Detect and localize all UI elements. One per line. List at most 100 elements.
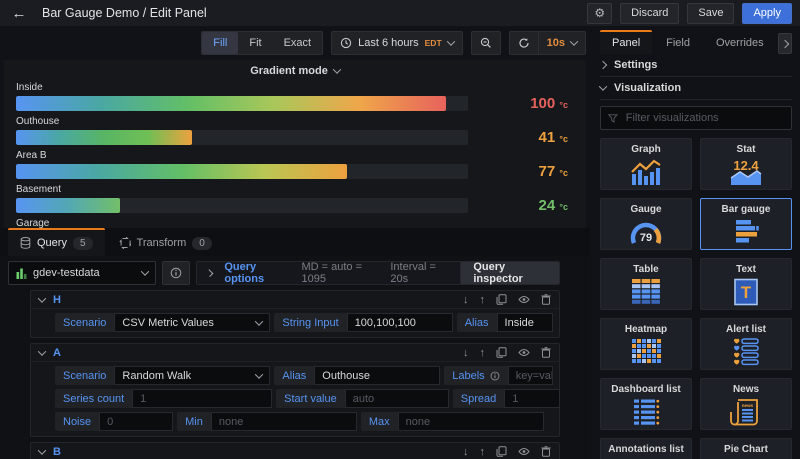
- transform-count-badge: 0: [192, 236, 212, 250]
- alias-field[interactable]: Outhouse: [314, 366, 441, 385]
- move-down-icon[interactable]: ↓: [463, 347, 469, 359]
- alias-label: Alias: [456, 313, 497, 332]
- viz-card-annotations-list[interactable]: Annotations list: [600, 438, 692, 459]
- move-down-icon[interactable]: ↓: [463, 446, 469, 458]
- gauge-label: Basement: [16, 184, 62, 195]
- max-field[interactable]: none: [397, 412, 544, 431]
- table-icon: [632, 279, 660, 304]
- tab-transform[interactable]: Transform 0: [107, 228, 224, 256]
- viz-card-graph[interactable]: Graph: [600, 138, 692, 190]
- max-label: Max: [360, 412, 398, 431]
- datasource-picker[interactable]: gdev-testdata: [8, 261, 156, 285]
- chevron-right-icon: [780, 39, 790, 48]
- spread-field[interactable]: 1: [504, 389, 561, 408]
- min-field[interactable]: none: [210, 412, 357, 431]
- datasource-help-button[interactable]: [162, 261, 190, 285]
- disable-eye-icon[interactable]: [518, 295, 530, 304]
- viz-card-table[interactable]: Table: [600, 258, 692, 310]
- svg-text:12.4: 12.4: [733, 158, 759, 173]
- refresh-interval-picker[interactable]: 10s: [539, 32, 585, 54]
- svg-text:79: 79: [640, 232, 652, 244]
- gauge-value: 77 °c: [538, 163, 568, 180]
- noise-field[interactable]: 0: [99, 412, 174, 431]
- time-range-picker[interactable]: Last 6 hours EDT: [332, 32, 462, 54]
- gauge-track: [16, 130, 468, 145]
- noise-label: Noise: [55, 412, 100, 431]
- viz-card-dashboard-list[interactable]: Dashboard list: [600, 378, 692, 430]
- viz-card-bar-gauge[interactable]: Bar gauge: [700, 198, 792, 250]
- viz-card-stat[interactable]: Stat 12.4: [700, 138, 792, 190]
- query-ref: H: [53, 293, 61, 306]
- visualization-section-header[interactable]: Visualization: [598, 77, 792, 100]
- query-count-badge: 5: [72, 236, 93, 250]
- chevron-down-icon: [569, 37, 579, 46]
- viz-card-alert-list[interactable]: Alert list: [700, 318, 792, 370]
- tab-overrides[interactable]: Overrides: [704, 30, 776, 54]
- trash-icon[interactable]: [541, 294, 551, 305]
- save-button[interactable]: Save: [687, 2, 735, 24]
- bar-gauge-row: Area B 77 °c: [16, 150, 574, 180]
- move-up-icon[interactable]: ↑: [480, 294, 486, 306]
- query-ref: A: [53, 346, 61, 359]
- series-count-field[interactable]: 1: [132, 389, 273, 408]
- query-options-toggle[interactable]: Query options: [224, 261, 289, 285]
- panel-title-menu[interactable]: Gradient mode: [4, 60, 586, 82]
- labels-field[interactable]: key=value, key2=value2: [507, 366, 553, 385]
- disable-eye-icon[interactable]: [518, 348, 530, 357]
- trash-icon[interactable]: [541, 446, 551, 457]
- disable-eye-icon[interactable]: [518, 447, 530, 456]
- viz-card-heatmap[interactable]: Heatmap: [600, 318, 692, 370]
- filter-visualizations-box: [600, 106, 792, 130]
- size-mode-fit[interactable]: Fit: [238, 32, 272, 54]
- panel-settings-button[interactable]: ⚙: [587, 2, 613, 24]
- start-value-field[interactable]: auto: [344, 389, 449, 408]
- tab-panel[interactable]: Panel: [600, 30, 653, 54]
- chevron-down-icon: [446, 37, 455, 46]
- move-up-icon[interactable]: ↑: [480, 446, 486, 458]
- duplicate-icon[interactable]: [496, 294, 507, 305]
- duplicate-icon[interactable]: [496, 347, 507, 358]
- scenario-select[interactable]: CSV Metric Values: [114, 313, 271, 332]
- viz-card-gauge[interactable]: Gauge 79: [600, 198, 692, 250]
- scenario-select[interactable]: Random Walk: [114, 366, 271, 385]
- trash-icon[interactable]: [541, 347, 551, 358]
- zoom-out-button[interactable]: [472, 32, 500, 54]
- viz-card-text[interactable]: Text T: [700, 258, 792, 310]
- filter-visualizations-input[interactable]: [623, 111, 784, 125]
- bar-gauge-icon: [736, 220, 759, 243]
- timezone-label: EDT: [424, 38, 442, 48]
- string-input-field[interactable]: 100,100,100: [346, 313, 453, 332]
- collapse-icon[interactable]: [37, 346, 47, 356]
- refresh-button[interactable]: [510, 32, 538, 54]
- query-inspector-button[interactable]: Query inspector: [460, 261, 559, 285]
- move-up-icon[interactable]: ↑: [480, 347, 486, 359]
- gauge-track: [16, 164, 468, 179]
- viz-card-news[interactable]: News news: [700, 378, 792, 430]
- size-mode-fill[interactable]: Fill: [202, 32, 239, 54]
- info-circle-icon: [170, 267, 182, 279]
- settings-section-header[interactable]: Settings: [598, 54, 792, 77]
- query-ref: B: [53, 445, 61, 458]
- tab-query[interactable]: Query 5: [8, 228, 105, 256]
- labels-label: Labels: [444, 366, 508, 385]
- duplicate-icon[interactable]: [496, 446, 507, 457]
- text-icon: T: [734, 278, 758, 306]
- viz-card-pie-chart[interactable]: Pie Chart: [700, 438, 792, 459]
- bar-gauge-row: Basement 24 °c: [16, 184, 574, 214]
- visualization-grid: Graph Stat 12.4 Gauge 79 Bar gauge Table…: [600, 138, 792, 459]
- gear-icon: ⚙: [594, 6, 606, 20]
- tab-field[interactable]: Field: [654, 30, 702, 54]
- discard-button[interactable]: Discard: [620, 2, 680, 24]
- alias-field[interactable]: Inside: [496, 313, 553, 332]
- gauge-icon: 79: [630, 222, 662, 244]
- gauge-value: 41 °c: [538, 129, 568, 146]
- scenario-label: Scenario: [55, 313, 115, 332]
- move-down-icon[interactable]: ↓: [463, 294, 469, 306]
- series-count-label: Series count: [55, 389, 133, 408]
- collapse-icon[interactable]: [37, 293, 47, 303]
- size-mode-exact[interactable]: Exact: [273, 32, 323, 54]
- apply-button[interactable]: Apply: [742, 2, 792, 24]
- collapse-sidebar-button[interactable]: [777, 33, 792, 54]
- back-arrow-icon[interactable]: ←: [8, 5, 30, 22]
- collapse-icon[interactable]: [37, 445, 47, 455]
